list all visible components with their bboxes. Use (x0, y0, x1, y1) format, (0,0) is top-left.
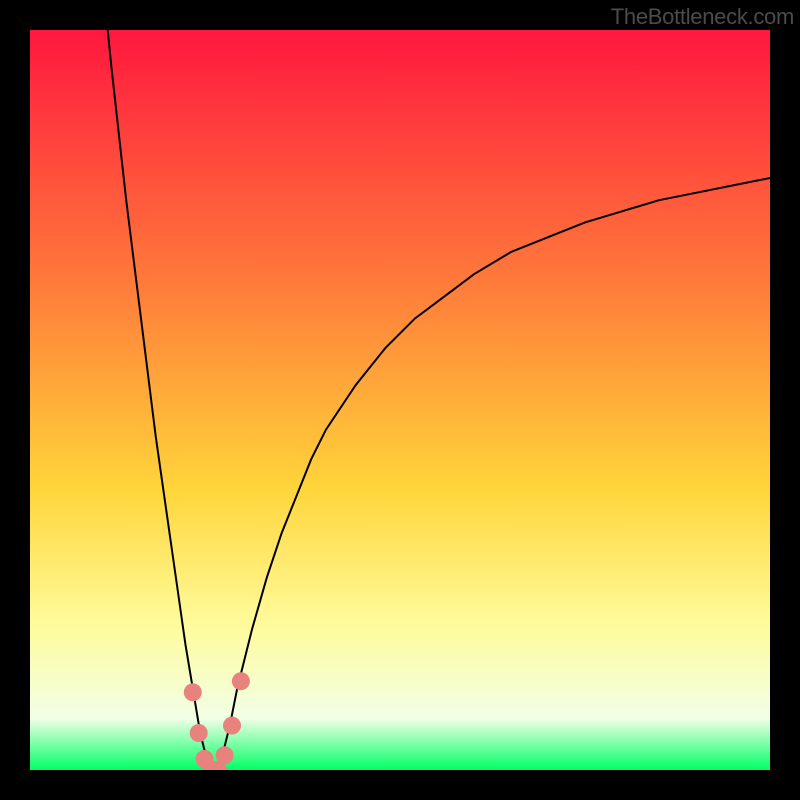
optimal-marker (223, 717, 241, 735)
optimal-marker (190, 724, 208, 742)
chart-frame: TheBottleneck.com (0, 0, 800, 800)
optimal-marker (216, 746, 234, 764)
watermark-text: TheBottleneck.com (611, 4, 794, 30)
optimal-marker (232, 672, 250, 690)
plot-area (30, 30, 770, 770)
gradient-bg (30, 30, 770, 770)
optimal-marker (184, 683, 202, 701)
chart-svg (30, 30, 770, 770)
